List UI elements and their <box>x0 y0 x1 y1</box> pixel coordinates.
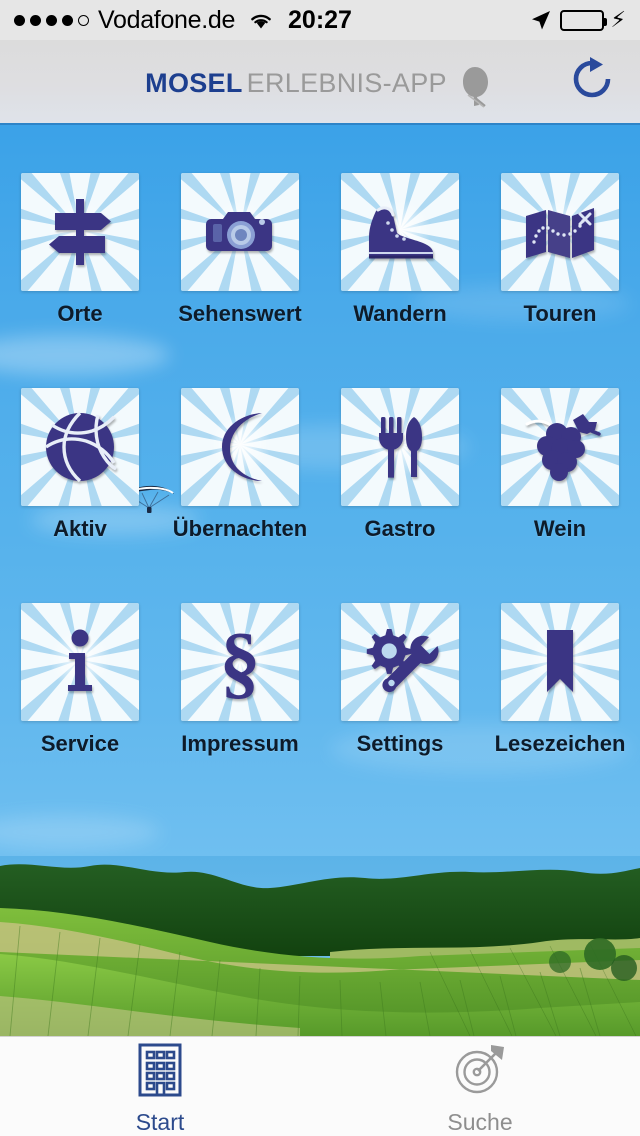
target-dart-icon <box>453 1042 507 1103</box>
tile-label: Orte <box>57 301 103 326</box>
grid-tile-aktiv[interactable]: Aktiv <box>7 388 153 603</box>
building-icon <box>136 1042 184 1103</box>
tile-label: Aktiv <box>53 516 107 541</box>
tile-label: Touren <box>523 301 597 326</box>
refresh-icon <box>569 56 615 107</box>
grid-tile-wandern[interactable]: Wandern <box>327 173 473 388</box>
status-left: Vodafone.de <box>14 6 274 35</box>
tab-label: Suche <box>447 1108 513 1135</box>
tile-label: Sehenswert <box>178 301 302 326</box>
status-bar: Vodafone.de 20:27 ⚡︎ <box>0 0 640 40</box>
tile-label: Gastro <box>364 516 436 541</box>
tile-label: Wandern <box>353 301 447 326</box>
navigation-bar: MOSEL ERLEBNIS-APP <box>0 40 640 125</box>
folded-map-icon <box>501 173 619 291</box>
logo-secondary-text: ERLEBNIS-APP <box>246 68 447 98</box>
tile-icon-background <box>181 388 299 506</box>
grid-tile-gastro[interactable]: Gastro <box>327 388 473 603</box>
lightning-bolt-icon: ⚡︎ <box>610 7 626 32</box>
grid-tile-lesezeichen[interactable]: Lesezeichen <box>487 603 633 818</box>
signal-dot <box>62 14 73 26</box>
section-sign-icon: § <box>181 603 299 721</box>
tile-icon-background <box>21 388 139 506</box>
signal-dot <box>14 14 25 26</box>
logo-primary-text: MOSEL <box>145 68 243 98</box>
wifi-icon <box>248 11 274 30</box>
clock-label: 20:27 <box>288 5 352 34</box>
app-logo: MOSEL ERLEBNIS-APP <box>145 62 495 109</box>
tile-label: Service <box>40 731 120 756</box>
basketball-icon <box>21 388 139 506</box>
tile-icon-background <box>501 173 619 291</box>
tile-label: Settings <box>356 731 444 756</box>
svg-text:§: § <box>220 619 261 705</box>
grid-tile-settings[interactable]: Settings <box>327 603 473 818</box>
grid-tile-wein[interactable]: Wein <box>487 388 633 603</box>
grid-tile-service[interactable]: Service <box>7 603 153 818</box>
hiking-boot-icon <box>341 173 459 291</box>
signal-dot <box>46 14 57 26</box>
tile-label: Impressum <box>181 731 299 756</box>
bookmark-icon <box>501 603 619 721</box>
tile-label: Wein <box>533 516 587 541</box>
grid-tile-impressum[interactable]: § Impressum <box>167 603 313 818</box>
vineyard-hillside-photo <box>0 856 640 1036</box>
tab-suche[interactable]: Suche <box>320 1037 640 1136</box>
gear-wrench-icon <box>341 603 459 721</box>
tile-icon-background <box>501 603 619 721</box>
tile-icon-background <box>21 173 139 291</box>
battery-full-icon <box>559 9 607 31</box>
signpost-icon <box>21 173 139 291</box>
tile-label: Übernachten <box>172 516 308 541</box>
bottom-tab-bar: Start Suche <box>0 1036 640 1136</box>
refresh-button[interactable] <box>566 56 618 108</box>
tile-icon-background <box>341 388 459 506</box>
tile-icon-background: § <box>181 603 299 721</box>
signal-dot-empty <box>78 14 89 26</box>
tab-label: Start <box>135 1108 185 1135</box>
carrier-label: Vodafone.de <box>98 5 236 34</box>
camera-icon <box>181 173 299 291</box>
tile-label: Lesezeichen <box>494 731 626 756</box>
signal-dot <box>30 14 41 26</box>
app-icon-grid: Orte Sehenswert Wandern Touren Aktiv Übe… <box>0 125 640 856</box>
tab-start[interactable]: Start <box>0 1037 320 1136</box>
tile-icon-background <box>341 603 459 721</box>
grid-tile-uebernachten[interactable]: Übernachten <box>167 388 313 603</box>
grid-tile-sehenswert[interactable]: Sehenswert <box>167 173 313 388</box>
tile-icon-background <box>181 173 299 291</box>
crescent-moon-icon <box>181 388 299 506</box>
app-root: Vodafone.de 20:27 ⚡︎ MOSEL ERLEBNIS-APP … <box>0 0 640 1136</box>
tile-icon-background <box>501 388 619 506</box>
info-i-icon <box>21 603 139 721</box>
tile-icon-background <box>341 173 459 291</box>
status-right: ⚡︎ <box>529 8 626 32</box>
tile-icon-background <box>21 603 139 721</box>
fork-knife-icon <box>341 388 459 506</box>
grid-tile-orte[interactable]: Orte <box>7 173 153 388</box>
grape-leaf-icon <box>455 65 495 109</box>
signal-strength-dots <box>14 14 89 26</box>
grapes-icon <box>501 388 619 506</box>
location-arrow-icon <box>529 8 553 32</box>
grid-tile-touren[interactable]: Touren <box>487 173 633 388</box>
